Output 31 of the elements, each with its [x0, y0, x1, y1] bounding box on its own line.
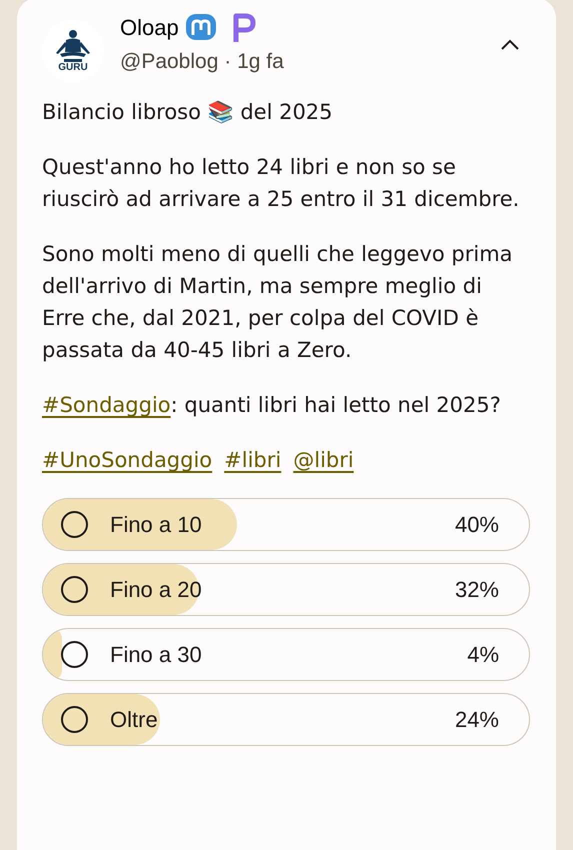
poll-option-label: Oltre [110, 706, 158, 734]
hashtag-link[interactable]: #libri [224, 444, 282, 476]
radio-button[interactable] [61, 511, 88, 538]
poll-option[interactable]: Fino a 20 32% [42, 563, 530, 616]
post-paragraph: Bilancio libroso 📚 del 2025 [42, 99, 334, 126]
avatar[interactable]: GURU [42, 20, 104, 82]
poll-option[interactable]: Fino a 30 4% [42, 628, 530, 681]
hashtag-link[interactable]: #Sondaggio [42, 393, 171, 417]
pixelfed-p-icon [230, 12, 257, 44]
post-meta: @Paoblog · 1g fa [120, 49, 285, 75]
post-paragraph: Quest'anno ho letto 24 libri e non so se riuscirò ad arrivare a 25 entro il 31 dicembre. [42, 154, 520, 213]
poll-percent: 24% [454, 706, 499, 734]
poll-percent: 40% [454, 511, 499, 539]
poll-option-label: Fino a 20 [110, 576, 202, 604]
radio-button[interactable] [61, 576, 88, 603]
chevron-up-icon [501, 38, 519, 50]
hashtag-link[interactable]: #UnoSondaggio [42, 444, 212, 476]
post-paragraph: #Sondaggio: quanti libri hai letto nel 2025? [42, 392, 502, 419]
post-paragraph: Sono molti meno di quelli che leggevo prima dell'arrivo di Martin, ma sempre meglio di Erre che, dal 2021, per colpa del COVID è passata da 40-45 libri a Zero. [42, 241, 514, 364]
avatar-label: GURU [58, 63, 88, 73]
poll-percent: 32% [454, 576, 499, 604]
poll-percent: 4% [467, 641, 499, 669]
poll-option[interactable]: Oltre 24% [42, 693, 530, 746]
mastodon-icon [184, 13, 217, 43]
author-name[interactable]: Oloap [120, 14, 179, 42]
radio-button[interactable] [61, 641, 88, 668]
poll-option[interactable]: Fino a 10 40% [42, 498, 530, 551]
radio-button[interactable] [61, 706, 88, 733]
poll-option-label: Fino a 10 [110, 511, 202, 539]
hashtag-link[interactable]: @libri [293, 444, 354, 476]
poll-option-label: Fino a 30 [110, 641, 202, 669]
